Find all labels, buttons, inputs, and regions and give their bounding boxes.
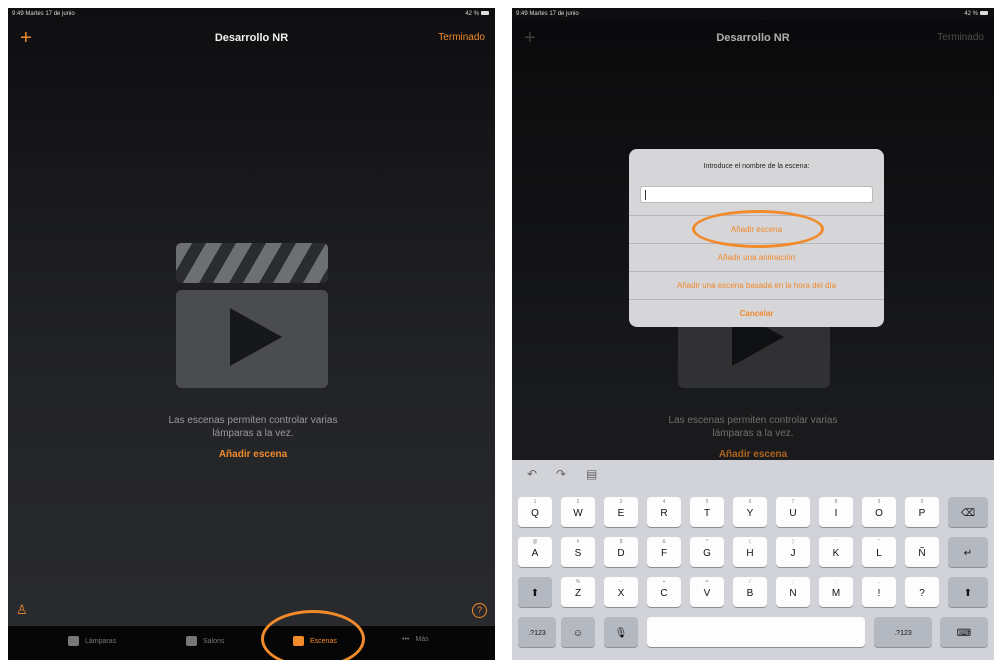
empty-state-text: Las escenas permiten controlar varias lá… [88, 414, 418, 440]
key-j[interactable]: ) J [776, 537, 810, 567]
add-scene-link[interactable]: Añadir escena [88, 449, 418, 460]
shift-icon: ⬆ [530, 588, 540, 599]
battery-status: 42 % [465, 11, 489, 17]
onscreen-keyboard: 1Q 2W 3E 4R 5T 6Y 7U 8I 9O 0P ⌫ @ A # S $ D… [512, 489, 994, 660]
key-l[interactable]: " L [862, 537, 896, 567]
scene-name-dialog: Introduce el nombre de la escena: Añadir… [629, 149, 884, 327]
key-y[interactable]: 6Y [733, 497, 767, 527]
add-time-based-scene-button[interactable]: Añadir una escena basada en la hora del … [629, 271, 884, 300]
key-x[interactable]: -X [604, 577, 638, 607]
key-i[interactable]: 8I [819, 497, 853, 527]
clapper-body [176, 290, 328, 388]
empty-state-line-2: lámparas a la vez. [212, 428, 294, 439]
bridge-icon[interactable]: ♙ [16, 602, 28, 618]
more-icon: ••• [402, 636, 410, 643]
key-w[interactable]: 2W [561, 497, 595, 527]
clapperboard-icon [176, 243, 328, 388]
tab-rooms[interactable]: Salons [186, 636, 224, 646]
return-key[interactable]: ↵ [948, 537, 988, 567]
play-icon [230, 308, 282, 366]
key-p[interactable]: 0P [905, 497, 939, 527]
key-e[interactable]: 3E [604, 497, 638, 527]
keyboard-hide-icon: ⌨ [956, 628, 972, 639]
status-time-right: 9:49 Martes 17 de junio [516, 11, 579, 17]
dialog-message: Introduce el nombre de la escena: [703, 163, 810, 170]
nav-bar: + Desarrollo NR Terminado [8, 28, 495, 52]
done-button[interactable]: Terminado [438, 32, 485, 43]
return-icon: ↵ [963, 548, 973, 559]
undo-icon[interactable]: ↶ [527, 467, 537, 481]
shift-icon: ⬆ [963, 588, 973, 599]
battery-status-right: 42 % [964, 11, 988, 17]
add-animation-button[interactable]: Añadir una animación [629, 243, 884, 272]
tab-lamps[interactable]: Lámparas [68, 636, 116, 646]
key-question[interactable]: .? [905, 577, 939, 607]
shift-key-left[interactable]: ⬆ [518, 577, 552, 607]
keyboard-toolbar: ↶ ↷ ▤ [512, 460, 994, 489]
status-time: 9:49 Martes 17 de junio [12, 11, 75, 17]
scenes-screen-empty: 9:49 Martes 17 de junio 42 % + Desarroll… [8, 8, 495, 660]
key-v[interactable]: = V [690, 577, 724, 607]
status-bar: 9:49 Martes 17 de junio 42 % [8, 8, 495, 20]
help-icon[interactable]: ? [472, 603, 487, 618]
battery-icon [481, 11, 489, 16]
tab-bar: Lámparas Salons Escenas ••• Más [8, 626, 495, 660]
clapper-top [176, 243, 328, 283]
key-d[interactable]: $ D [604, 537, 638, 567]
key-s[interactable]: # S [561, 537, 595, 567]
space-bar[interactable] [647, 617, 865, 647]
tab-more-label: Más [415, 636, 429, 643]
delete-key[interactable]: ⌫ [948, 497, 988, 527]
key-exclamation[interactable]: ,! [862, 577, 896, 607]
battery-percent-right: 42 % [964, 11, 978, 17]
hide-keyboard-key[interactable]: ⌨ [940, 617, 988, 647]
numbers-key-left[interactable]: .?123 [518, 617, 556, 647]
key-n[interactable]: ; N [776, 577, 810, 607]
add-scene-button[interactable]: Añadir escena [629, 215, 884, 244]
key-b[interactable]: / B [733, 577, 767, 607]
backspace-icon: ⌫ [960, 508, 976, 519]
lamp-icon [68, 636, 79, 646]
key-q[interactable]: 1Q [518, 497, 552, 527]
key-t[interactable]: 5T [690, 497, 724, 527]
key-u[interactable]: 7U [776, 497, 810, 527]
key-enye[interactable]: Ñ [905, 537, 939, 567]
battery-percent: 42 % [465, 11, 479, 17]
emoji-icon: ☺ [572, 628, 584, 639]
scene-name-input[interactable] [640, 186, 873, 203]
microphone-icon: 🎙 [614, 628, 628, 639]
scene-name-dialog-screen: 9:49 Martes 17 de junio 42 % + Desarroll… [512, 8, 994, 660]
tab-rooms-label: Salons [203, 637, 225, 645]
rooms-icon [186, 636, 197, 646]
scenes-icon [293, 636, 304, 646]
tab-scenes[interactable]: Escenas [293, 636, 337, 646]
tab-lamps-label: Lámparas [85, 637, 117, 645]
page-title: Desarrollo NR [214, 32, 289, 44]
key-o[interactable]: 9O [862, 497, 896, 527]
emoji-key[interactable]: ☺ [561, 617, 595, 647]
status-bar-right: 9:49 Martes 17 de junio 42 % [512, 8, 994, 20]
tab-more[interactable]: ••• Más [402, 636, 429, 643]
dictation-key[interactable]: 🎙 [604, 617, 638, 647]
shift-key-right[interactable]: ⬆ [948, 577, 988, 607]
key-g[interactable]: * G [690, 537, 724, 567]
key-h[interactable]: (H [733, 537, 767, 567]
key-a[interactable]: @ A [518, 537, 552, 567]
redo-icon[interactable]: ↷ [556, 467, 566, 481]
numbers-key-right[interactable]: .?123 [874, 617, 932, 647]
key-f[interactable]: & F [647, 537, 681, 567]
key-m[interactable]: :M [819, 577, 853, 607]
battery-icon-right [980, 11, 988, 16]
key-k[interactable]: ' K [819, 537, 853, 567]
paste-icon[interactable]: ▤ [586, 467, 597, 481]
key-r[interactable]: 4R [647, 497, 681, 527]
key-c[interactable]: + C [647, 577, 681, 607]
tab-scenes-label: Escenas [310, 637, 337, 645]
key-z[interactable]: % Z [561, 577, 595, 607]
empty-state-line-1: Las escenas permiten controlar varias [168, 415, 338, 426]
cancel-button[interactable]: Cancelar [629, 299, 884, 327]
